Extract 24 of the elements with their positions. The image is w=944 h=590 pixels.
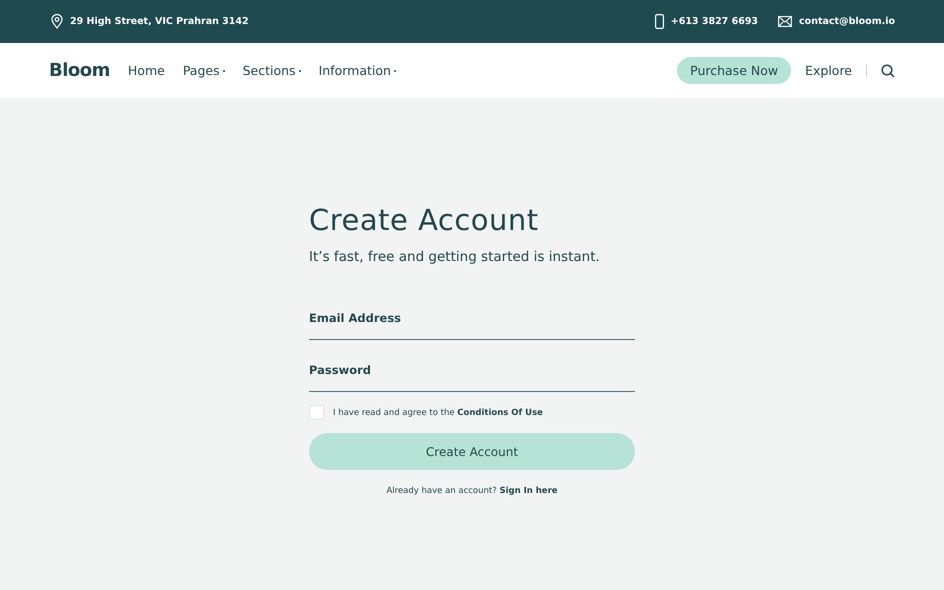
location-pin-icon: [51, 14, 63, 29]
nav-link[interactable]: Pages: [182, 63, 225, 78]
email-text: contact@bloom.io: [799, 16, 895, 27]
subtitle: It’s fast, free and getting started is instant.: [309, 249, 601, 265]
agree-checkbox[interactable]: [309, 405, 324, 420]
nav-link[interactable]: Home: [128, 63, 165, 78]
mail-icon: [778, 16, 792, 27]
sign-in-link[interactable]: Sign In here: [499, 486, 558, 496]
purchase-button[interactable]: Purchase Now: [677, 57, 792, 84]
address-text: 29 High Street, VIC Prahran 3142: [70, 16, 249, 27]
explore-link[interactable]: Explore: [805, 63, 852, 78]
nav-link[interactable]: Sections: [242, 63, 301, 78]
search-icon[interactable]: [881, 64, 895, 78]
page-title: Create Account: [309, 203, 540, 237]
create-account-button[interactable]: Create Account: [309, 433, 635, 470]
agree-text: I have read and agree to the Conditions Of Use: [333, 408, 543, 418]
phone-text: +613 3827 6693: [670, 16, 758, 27]
nav-link[interactable]: Information: [318, 63, 396, 78]
sign-in-text: Already have an account? Sign In here: [385, 486, 559, 496]
conditions-link[interactable]: Conditions Of Use: [457, 408, 543, 418]
logo[interactable]: Bloom: [49, 60, 110, 81]
input-field[interactable]: Email Address: [309, 297, 635, 340]
phone-icon: [654, 14, 664, 29]
input-field[interactable]: Password: [309, 349, 635, 392]
